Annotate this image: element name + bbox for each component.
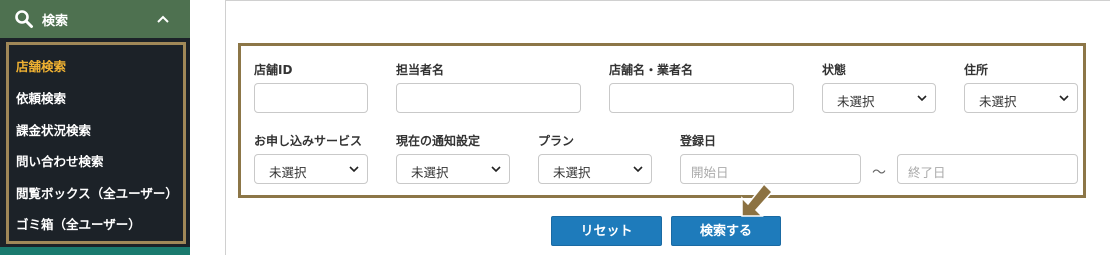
sidebar-search-header[interactable]: 検索: [0, 0, 190, 38]
notification-select[interactable]: 未選択: [396, 154, 510, 184]
label-address: 住所: [964, 63, 989, 77]
label-store-vendor-name: 店舗名・業者名: [609, 63, 694, 77]
date-start-placeholder: 開始日: [691, 165, 729, 180]
chevron-down-icon: [491, 166, 501, 173]
label-plan: プラン: [538, 134, 575, 148]
sidebar-header-title: 検索: [42, 14, 69, 29]
chevron-down-icon: [917, 95, 927, 102]
label-notification: 現在の通知設定: [396, 134, 481, 148]
label-service: お申し込みサービス: [254, 134, 363, 148]
chevron-up-icon[interactable]: [156, 12, 170, 26]
service-select[interactable]: 未選択: [254, 154, 368, 184]
label-status: 状態: [822, 63, 847, 77]
search-icon: [15, 10, 33, 28]
search-button[interactable]: 検索する: [671, 216, 781, 246]
sidebar-item-store-search[interactable]: 店舗検索: [16, 56, 66, 75]
sidebar-item-billing-search[interactable]: 課金状況検索: [16, 120, 91, 139]
date-end-placeholder: 終了日: [908, 165, 946, 180]
service-select-value: 未選択: [269, 165, 307, 180]
address-select[interactable]: 未選択: [964, 83, 1078, 113]
store-vendor-name-input[interactable]: [609, 83, 794, 113]
sidebar-item-inquiry-search[interactable]: 問い合わせ検索: [16, 151, 104, 170]
sidebar-item-browse-box[interactable]: 閲覧ボックス（全ユーザー）: [16, 183, 178, 202]
label-registered-date: 登録日: [680, 134, 717, 148]
sidebar-item-request-search[interactable]: 依頼検索: [16, 88, 66, 107]
date-range-separator: ～: [872, 165, 886, 181]
staff-name-input[interactable]: [396, 83, 581, 113]
plan-select[interactable]: 未選択: [538, 154, 652, 184]
store-id-input[interactable]: [254, 83, 368, 113]
reset-button[interactable]: リセット: [551, 216, 662, 246]
status-select[interactable]: 未選択: [822, 83, 936, 113]
chevron-down-icon: [1059, 95, 1069, 102]
label-store-id: 店舗ID: [254, 63, 293, 77]
address-select-value: 未選択: [979, 94, 1017, 109]
date-end-input[interactable]: 終了日: [897, 154, 1078, 184]
pointer-arrow-icon: [741, 182, 774, 217]
label-staff-name: 担当者名: [396, 63, 445, 77]
sidebar-footer-bar: [0, 247, 190, 255]
status-select-value: 未選択: [837, 94, 875, 109]
sidebar-item-trash[interactable]: ゴミ箱（全ユーザー）: [16, 214, 141, 233]
plan-select-value: 未選択: [553, 165, 591, 180]
notification-select-value: 未選択: [411, 165, 449, 180]
chevron-down-icon: [349, 166, 359, 173]
sidebar: 検索 店舗検索 依頼検索 課金状況検索 問い合わせ検索 閲覧ボックス（全ユーザー…: [0, 0, 190, 255]
chevron-down-icon: [633, 166, 643, 173]
